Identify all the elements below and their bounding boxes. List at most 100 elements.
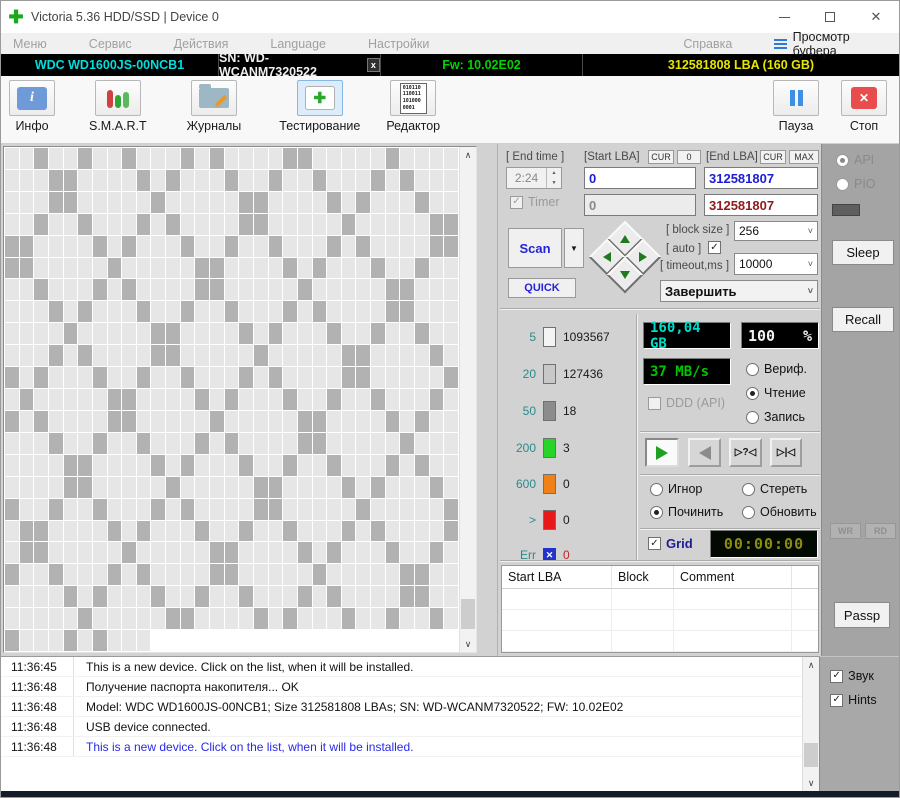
scan-scrollbar[interactable]: ∧ ∨ (459, 147, 476, 652)
log-row[interactable]: 11:36:45 This is a new device. Click on t… (1, 657, 820, 677)
menu-item-0[interactable]: Меню (13, 37, 47, 51)
smart-button[interactable]: S.M.A.R.T (89, 80, 147, 133)
action-erase-radio[interactable]: Стереть (742, 482, 807, 496)
play-forward-button[interactable] (645, 438, 679, 467)
scroll-down-icon[interactable]: ∨ (803, 775, 819, 791)
scan-block (429, 169, 444, 191)
scan-block (34, 257, 48, 279)
menu-item-4[interactable]: Настройки (368, 37, 429, 51)
defect-col-header[interactable]: Comment (674, 566, 792, 588)
log-scrollbar[interactable]: ∧ ∨ (802, 657, 820, 791)
defect-table-row[interactable] (502, 631, 818, 652)
end-lba-input[interactable]: 312581807 (704, 167, 818, 189)
defect-table-row[interactable] (502, 610, 818, 631)
log-row[interactable]: 11:36:48 This is a new device. Click on t… (1, 737, 820, 757)
menu-item-1[interactable]: Сервис (89, 37, 132, 51)
mode-write-radio[interactable]: Запись (746, 410, 805, 424)
action-repair-radio[interactable]: Починить (650, 505, 723, 519)
defect-cell (612, 589, 674, 609)
timer-checkbox[interactable]: ✓ Timer (510, 195, 559, 209)
log-row[interactable]: 11:36:48 USB device connected. (1, 717, 820, 737)
scan-block (268, 454, 283, 476)
scan-block (92, 279, 107, 301)
recall-button[interactable]: Recall (832, 307, 894, 332)
passport-button[interactable]: Passp (834, 602, 890, 628)
auto-checkbox[interactable]: ✓ (708, 241, 721, 254)
play-backward-button[interactable] (688, 438, 721, 467)
scan-block (371, 345, 385, 367)
editor-button[interactable]: 010110 110011 101000 0001 Редактор (386, 80, 440, 133)
grid-checkbox[interactable]: ✓ Grid (648, 536, 693, 551)
block-size-combo[interactable]: 256 ˅ (734, 221, 818, 241)
defect-col-header[interactable]: Block (612, 566, 674, 588)
hints-checkbox[interactable]: ✓ Hints (830, 693, 877, 707)
test-button[interactable]: ✚ Тестирование (279, 80, 360, 133)
log-row[interactable]: 11:36:48 Model: WDC WD1600JS-00NCB1; Size… (1, 697, 820, 717)
timer-end-input[interactable]: 312581807 (704, 194, 818, 216)
device-model[interactable]: WDC WD1600JS-00NCB1 (1, 54, 219, 76)
scan-block (48, 608, 63, 630)
divider (640, 474, 820, 476)
end-time-spinner[interactable]: 2:24 ▲ ▼ (506, 167, 562, 189)
mode-read-radio[interactable]: Чтение (746, 386, 806, 400)
info-button[interactable]: i Инфо (9, 80, 55, 133)
end-cur-button[interactable]: CUR (760, 150, 786, 164)
scroll-up-icon[interactable]: ∧ (460, 147, 476, 163)
end-max-button[interactable]: MAX (789, 150, 819, 164)
sleep-button[interactable]: Sleep (832, 240, 894, 265)
action-refresh-radio[interactable]: Обновить (742, 505, 817, 519)
scan-block (195, 476, 210, 498)
scan-block (63, 520, 78, 542)
log-row[interactable]: 11:36:48 Получение паспорта накопителя...… (1, 677, 820, 697)
scan-block (400, 323, 415, 345)
scan-block (312, 169, 327, 191)
seek-end-button[interactable]: ▷|◁ (770, 438, 802, 467)
sound-checkbox[interactable]: ✓ Звук (830, 669, 874, 683)
finish-action-combo[interactable]: Завершить ˅ (660, 280, 818, 302)
logs-button[interactable]: Журналы (187, 80, 241, 133)
action-ignore-radio[interactable]: Игнор (650, 482, 702, 496)
start-zero-button[interactable]: 0 (677, 150, 701, 164)
start-lba-input[interactable]: 0 (584, 167, 696, 189)
scan-button[interactable]: Scan (508, 228, 562, 268)
scan-block (122, 191, 136, 213)
stat-count: 1093567 (563, 330, 610, 344)
scan-block (312, 410, 327, 432)
device-close-button[interactable]: x (366, 58, 380, 72)
spin-up-icon[interactable]: ▲ (547, 168, 561, 178)
pause-button[interactable]: Пауза (773, 80, 819, 133)
maximize-button[interactable] (807, 1, 853, 33)
stat-count: 0 (563, 513, 570, 527)
defect-col-header[interactable]: Start LBA (502, 566, 612, 588)
minimize-button[interactable] (761, 1, 807, 33)
start-cur-button[interactable]: CUR (648, 150, 674, 164)
stop-button[interactable]: ✕ Стоп (841, 80, 887, 133)
scan-block (210, 213, 224, 235)
down-arrow-icon (620, 271, 630, 279)
scan-block (327, 432, 341, 454)
log-scrollbar-thumb[interactable] (804, 743, 819, 767)
scan-block (385, 410, 400, 432)
scan-block (312, 367, 327, 389)
menu-item-2[interactable]: Действия (174, 37, 229, 51)
seek-question-button[interactable]: ▷?◁ (729, 438, 762, 467)
scroll-up-icon[interactable]: ∧ (803, 657, 819, 673)
scan-block (210, 476, 224, 498)
menu-item-3[interactable]: Language (270, 37, 326, 51)
scroll-down-icon[interactable]: ∨ (460, 636, 476, 652)
spin-down-icon[interactable]: ▼ (547, 178, 561, 188)
quick-button[interactable]: QUICK (508, 278, 576, 298)
scan-block (444, 564, 458, 586)
defect-table[interactable]: Start LBA Block Comment (501, 565, 819, 653)
scan-scrollbar-thumb[interactable] (461, 599, 475, 629)
close-button[interactable]: ✕ (853, 1, 899, 33)
defect-table-row[interactable] (502, 589, 818, 610)
event-log[interactable]: 11:36:45 This is a new device. Click on t… (1, 656, 820, 791)
scan-block (136, 323, 151, 345)
scan-dropdown-button[interactable]: ▼ (564, 228, 584, 268)
mode-verify-radio[interactable]: Вериф. (746, 362, 807, 376)
timeout-combo[interactable]: 10000 ˅ (734, 253, 818, 275)
end-time-label: [ End time ] (506, 151, 565, 163)
spinner-arrows[interactable]: ▲ ▼ (546, 168, 561, 188)
menu-item-5[interactable]: Справка (683, 37, 732, 51)
